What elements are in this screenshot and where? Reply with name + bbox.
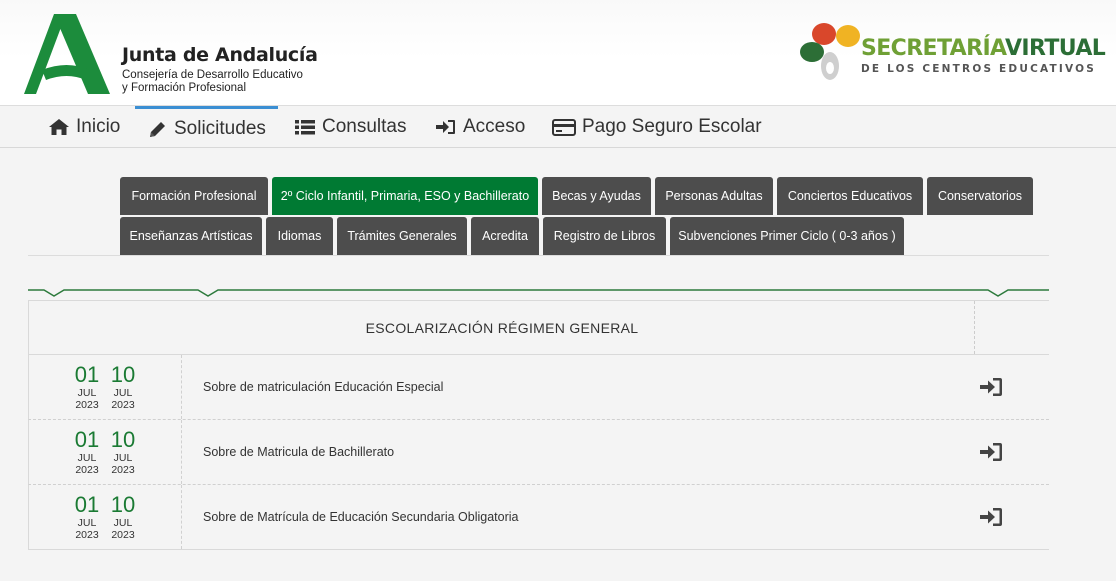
main-nav: Inicio Solicitudes Consultas Acceso Pago… <box>0 106 1116 148</box>
end-date: 10 JUL 2023 <box>105 362 141 412</box>
secretaria-virtual-logo-icon[interactable] <box>800 20 862 84</box>
end-day: 10 <box>110 492 136 517</box>
date-range: 01 JUL 2023 10 JUL 2023 <box>29 420 182 484</box>
tab-becas-ayudas[interactable]: Becas y Ayudas <box>542 177 651 215</box>
sign-in-icon[interactable] <box>979 377 1003 397</box>
tab-subvenciones-primer-ciclo[interactable]: Subvenciones Primer Ciclo ( 0-3 años ) <box>670 217 904 255</box>
start-day: 01 <box>74 362 100 387</box>
end-date: 10 JUL 2023 <box>105 427 141 477</box>
org-title: Junta de Andalucía <box>122 44 318 66</box>
nav-item-consultas[interactable]: Consultas <box>294 106 407 148</box>
pencil-icon <box>150 121 165 137</box>
secretaria-virtual-text: SECRETARÍAVIRTUAL DE LOS CENTROS EDUCATI… <box>861 36 1106 75</box>
tab-registro-libros[interactable]: Registro de Libros <box>543 217 666 255</box>
tab-acredita[interactable]: Acredita <box>471 217 539 255</box>
end-month: JUL <box>113 452 133 464</box>
tab-infantil-primaria-eso-bachillerato[interactable]: 2º Ciclo Infantil, Primaria, ESO y Bachi… <box>272 177 538 215</box>
end-month: JUL <box>113 517 133 529</box>
start-date: 01 JUL 2023 <box>69 362 105 412</box>
nav-label-inicio: Inicio <box>76 116 121 137</box>
end-day: 10 <box>110 427 136 452</box>
sign-in-icon <box>436 120 455 134</box>
start-day: 01 <box>74 492 100 517</box>
start-year: 2023 <box>75 529 99 541</box>
start-day: 01 <box>74 427 100 452</box>
sign-in-icon[interactable] <box>979 507 1003 527</box>
start-month: JUL <box>77 452 97 464</box>
org-subtitle-1: Consejería de Desarrollo Educativo <box>122 69 303 81</box>
start-month: JUL <box>77 517 97 529</box>
header-divider <box>974 301 975 354</box>
nav-label-pago-seguro: Pago Seguro Escolar <box>582 116 762 137</box>
sign-in-icon[interactable] <box>979 442 1003 462</box>
section-header: ESCOLARIZACIÓN RÉGIMEN GENERAL <box>28 300 1049 355</box>
end-date: 10 JUL 2023 <box>105 492 141 542</box>
sv-title-part2: VIRTUAL <box>1004 36 1106 61</box>
tab-formacion-profesional[interactable]: Formación Profesional <box>120 177 268 215</box>
home-icon <box>49 119 69 135</box>
end-month: JUL <box>113 387 133 399</box>
nav-item-acceso[interactable]: Acceso <box>435 106 525 148</box>
nav-label-consultas: Consultas <box>322 116 407 137</box>
tab-conciertos-educativos[interactable]: Conciertos Educativos <box>777 177 923 215</box>
row-label[interactable]: Sobre de matriculación Educación Especia… <box>203 355 443 419</box>
section-title: ESCOLARIZACIÓN RÉGIMEN GENERAL <box>365 319 639 336</box>
org-text: Junta de Andalucía Consejería de Desarro… <box>122 44 318 95</box>
tab-ensenanzas-artisticas[interactable]: Enseñanzas Artísticas <box>120 217 262 255</box>
nav-item-solicitudes[interactable]: Solicitudes <box>135 106 278 148</box>
credit-card-icon <box>552 119 576 136</box>
table-row: 01 JUL 2023 10 JUL 2023 Sobre de matricu… <box>28 355 1049 420</box>
date-range: 01 JUL 2023 10 JUL 2023 <box>29 485 182 549</box>
sv-title-part1: SECRETARÍA <box>861 36 1006 61</box>
date-range: 01 JUL 2023 10 JUL 2023 <box>29 355 182 419</box>
junta-andalucia-logo[interactable] <box>24 14 110 94</box>
tab-personas-adultas[interactable]: Personas Adultas <box>655 177 773 215</box>
nav-label-acceso: Acceso <box>463 116 526 137</box>
tab-conservatorios[interactable]: Conservatorios <box>927 177 1033 215</box>
sv-subtitle: DE LOS CENTROS EDUCATIVOS <box>861 63 1096 75</box>
site-header: Junta de Andalucía Consejería de Desarro… <box>0 0 1116 106</box>
section-separator <box>28 289 1049 297</box>
nav-item-inicio[interactable]: Inicio <box>48 106 120 148</box>
start-year: 2023 <box>75 399 99 411</box>
end-year: 2023 <box>111 529 135 541</box>
end-year: 2023 <box>111 464 135 476</box>
nav-label-solicitudes: Solicitudes <box>174 117 266 139</box>
start-date: 01 JUL 2023 <box>69 427 105 477</box>
table-row: 01 JUL 2023 10 JUL 2023 Sobre de Matricu… <box>28 420 1049 485</box>
nav-item-pago-seguro[interactable]: Pago Seguro Escolar <box>552 106 762 148</box>
list-icon <box>295 120 315 135</box>
sv-title: SECRETARÍAVIRTUAL <box>861 36 1106 62</box>
start-month: JUL <box>77 387 97 399</box>
org-subtitle-2: y Formación Profesional <box>122 82 246 94</box>
start-year: 2023 <box>75 464 99 476</box>
row-label[interactable]: Sobre de Matrícula de Educación Secundar… <box>203 485 518 549</box>
row-label[interactable]: Sobre de Matricula de Bachillerato <box>203 420 394 484</box>
end-day: 10 <box>110 362 136 387</box>
table-row: 01 JUL 2023 10 JUL 2023 Sobre de Matrícu… <box>28 485 1049 550</box>
tab-idiomas[interactable]: Idiomas <box>266 217 333 255</box>
start-date: 01 JUL 2023 <box>69 492 105 542</box>
tabs-divider <box>28 255 1049 256</box>
tab-tramites-generales[interactable]: Trámites Generales <box>337 217 467 255</box>
end-year: 2023 <box>111 399 135 411</box>
